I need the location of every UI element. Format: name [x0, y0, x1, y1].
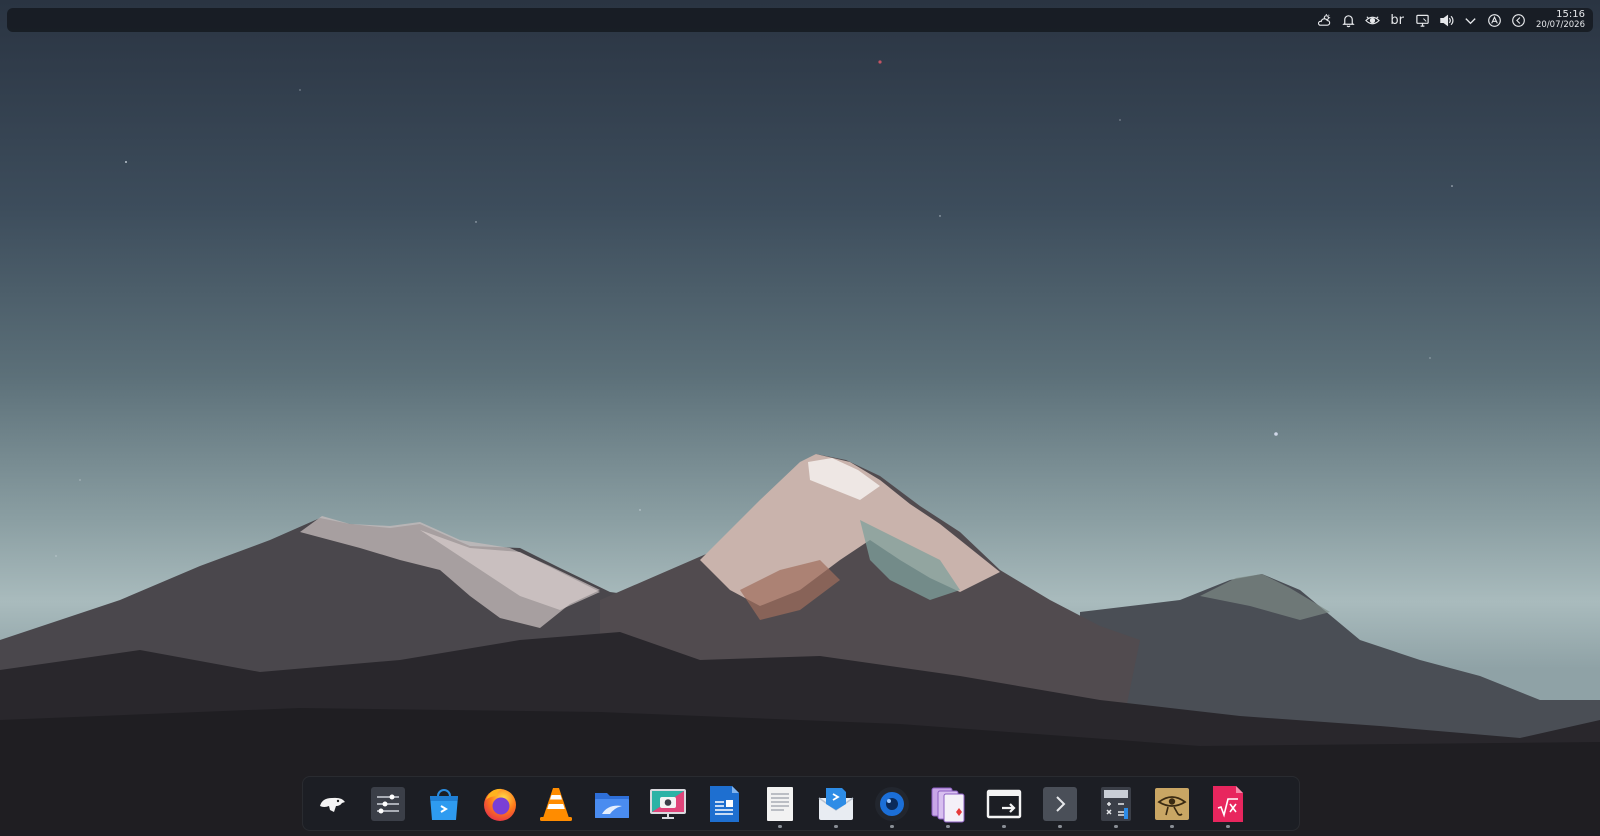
- bell-icon[interactable]: [1336, 8, 1360, 32]
- chevron-down-icon[interactable]: [1458, 8, 1482, 32]
- wallpaper: [0, 60, 1600, 836]
- camera-icon: [875, 787, 909, 821]
- running-indicator: [946, 825, 950, 828]
- dock-item-settings[interactable]: [365, 781, 411, 827]
- dock-item-text-editor[interactable]: [757, 781, 803, 828]
- dock-item-cards[interactable]: [925, 781, 971, 828]
- remote-desktop-icon: [986, 789, 1022, 819]
- settings-sliders-icon: [371, 787, 405, 821]
- dock-item-app-menu[interactable]: [309, 781, 355, 827]
- keyboard-layout-indicator[interactable]: br: [1384, 13, 1410, 28]
- dock-item-software-store[interactable]: [421, 781, 467, 827]
- vlc-icon: [540, 788, 572, 821]
- mail-icon: [818, 788, 854, 820]
- clock-date: 20/07/2026: [1536, 20, 1585, 30]
- dock-item-papyrus[interactable]: [1149, 781, 1195, 828]
- dock-item-writer[interactable]: [701, 781, 747, 827]
- dock-item-file-manager[interactable]: [589, 781, 635, 827]
- running-indicator: [1002, 825, 1006, 828]
- papyrus-eye-icon: [1155, 788, 1189, 820]
- weather-cloud-sun-icon[interactable]: [1312, 8, 1336, 32]
- running-indicator: [890, 825, 894, 828]
- app-menu-icon: [320, 797, 345, 812]
- screenshot-icon: [650, 789, 686, 819]
- circle-back-icon[interactable]: [1506, 8, 1530, 32]
- running-indicator: [1114, 825, 1118, 828]
- software-store-icon: [430, 789, 458, 820]
- running-indicator: [1226, 825, 1230, 828]
- running-indicator: [778, 825, 782, 828]
- dock-item-firefox[interactable]: [477, 781, 523, 827]
- dock-item-math[interactable]: [1205, 781, 1251, 828]
- dock-item-camera[interactable]: [869, 781, 915, 828]
- math-formula-icon: [1213, 786, 1243, 822]
- vpn-icon[interactable]: [1482, 8, 1506, 32]
- clock[interactable]: 15:16 20/07/2026: [1536, 9, 1585, 31]
- firefox-icon: [484, 788, 516, 821]
- dock-item-vlc[interactable]: [533, 781, 579, 827]
- text-editor-icon: [767, 787, 793, 821]
- top-panel: br 15:16 20/07/2026: [7, 8, 1593, 32]
- running-indicator: [1058, 825, 1062, 828]
- file-manager-icon: [595, 793, 629, 818]
- calculator-icon: [1101, 787, 1131, 821]
- dock-item-screenshot[interactable]: [645, 781, 691, 827]
- volume-icon[interactable]: [1434, 8, 1458, 32]
- eye-icon[interactable]: [1360, 8, 1384, 32]
- dock-item-terminal[interactable]: [1037, 781, 1083, 828]
- running-indicator: [834, 825, 838, 828]
- writer-icon: [710, 786, 739, 822]
- clock-time: 15:16: [1556, 9, 1585, 20]
- dock-item-mail[interactable]: [813, 781, 859, 828]
- terminal-icon: [1043, 787, 1077, 821]
- dock: [302, 776, 1300, 831]
- display-icon[interactable]: [1410, 8, 1434, 32]
- desktop[interactable]: br 15:16 20/07/2026: [0, 0, 1600, 836]
- system-tray: br 15:16 20/07/2026: [1312, 8, 1585, 32]
- dock-item-remote-desktop[interactable]: [981, 781, 1027, 828]
- running-indicator: [1170, 825, 1174, 828]
- dock-item-calculator[interactable]: [1093, 781, 1139, 828]
- cards-icon: [931, 787, 965, 823]
